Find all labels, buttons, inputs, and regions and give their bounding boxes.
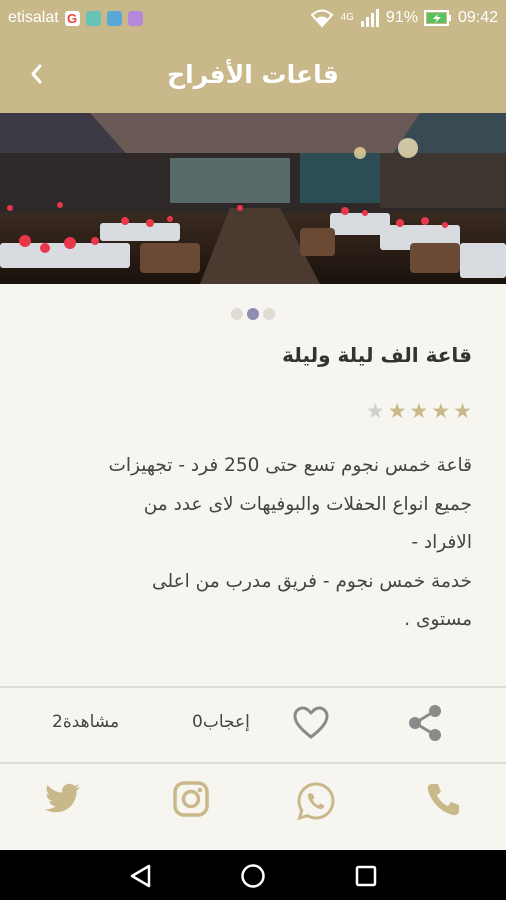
phone-icon [427, 784, 459, 816]
hall-description: قاعة خمس نجوم تسع حتى 250 فرد - تجهيزات … [108, 455, 473, 630]
star-empty-icon: ★ [365, 399, 385, 423]
call-button[interactable] [423, 780, 463, 824]
carousel-dot[interactable] [263, 308, 275, 320]
svg-text:G: G [67, 11, 77, 26]
google-icon: G [64, 10, 80, 26]
carousel-indicator [0, 308, 506, 320]
views-count: 2مشاهدة [52, 712, 120, 732]
whatsapp-button[interactable] [295, 780, 337, 826]
carrier-name: etisalat [8, 9, 59, 26]
heart-icon [293, 706, 329, 739]
rating-stars: ★ ★ ★ ★ ★ [366, 401, 472, 422]
whatsapp-icon [297, 782, 335, 821]
hall-photo[interactable] [0, 113, 506, 284]
twitter-icon [45, 783, 80, 813]
hall-name: قاعة الف ليلة وليلة [282, 343, 472, 367]
bluetooth-app-icon [106, 10, 122, 26]
system-back-button[interactable] [127, 862, 155, 894]
recents-square-icon [355, 865, 377, 887]
signal-icon [360, 9, 379, 27]
back-button[interactable] [18, 56, 54, 92]
battery-charging-icon [423, 10, 451, 26]
status-left: etisalat G [8, 9, 143, 27]
carousel-dot-active[interactable] [247, 308, 259, 320]
star-filled-icon: ★ [387, 399, 407, 423]
status-right: 4G 91% 09:42 [309, 8, 498, 28]
app-notification-icon [85, 10, 101, 26]
like-button[interactable] [292, 705, 330, 745]
system-home-button[interactable] [239, 862, 267, 894]
carousel-dot[interactable] [231, 308, 243, 320]
share-icon [409, 705, 441, 741]
home-circle-icon [241, 864, 265, 888]
star-filled-icon: ★ [431, 399, 451, 423]
star-filled-icon: ★ [453, 399, 472, 423]
instagram-icon [173, 781, 209, 817]
back-triangle-icon [130, 864, 151, 888]
wifi-icon [310, 9, 333, 28]
twitter-button[interactable] [44, 780, 82, 820]
network-type: 4G [340, 12, 354, 23]
battery-percent: 91% [385, 9, 418, 26]
chevron-left-icon [31, 64, 42, 84]
gallery-app-icon [127, 10, 143, 26]
clock: 09:42 [457, 9, 498, 26]
system-recents-button[interactable] [352, 862, 380, 894]
star-filled-icon: ★ [409, 399, 429, 423]
page-title: قاعات الأفراح [167, 60, 339, 89]
stats-bar: 0إعجاب 2مشاهدة [0, 688, 506, 762]
contact-bar [0, 764, 506, 850]
system-nav-bar [0, 850, 506, 900]
hall-photo-illustration [0, 113, 506, 284]
share-button[interactable] [405, 703, 445, 747]
status-bar: etisalat G 4G 91% 09:42 [0, 0, 506, 36]
likes-count: 0إعجاب [192, 712, 250, 732]
app-bar: قاعات الأفراح [0, 36, 506, 113]
instagram-button[interactable] [172, 780, 210, 822]
